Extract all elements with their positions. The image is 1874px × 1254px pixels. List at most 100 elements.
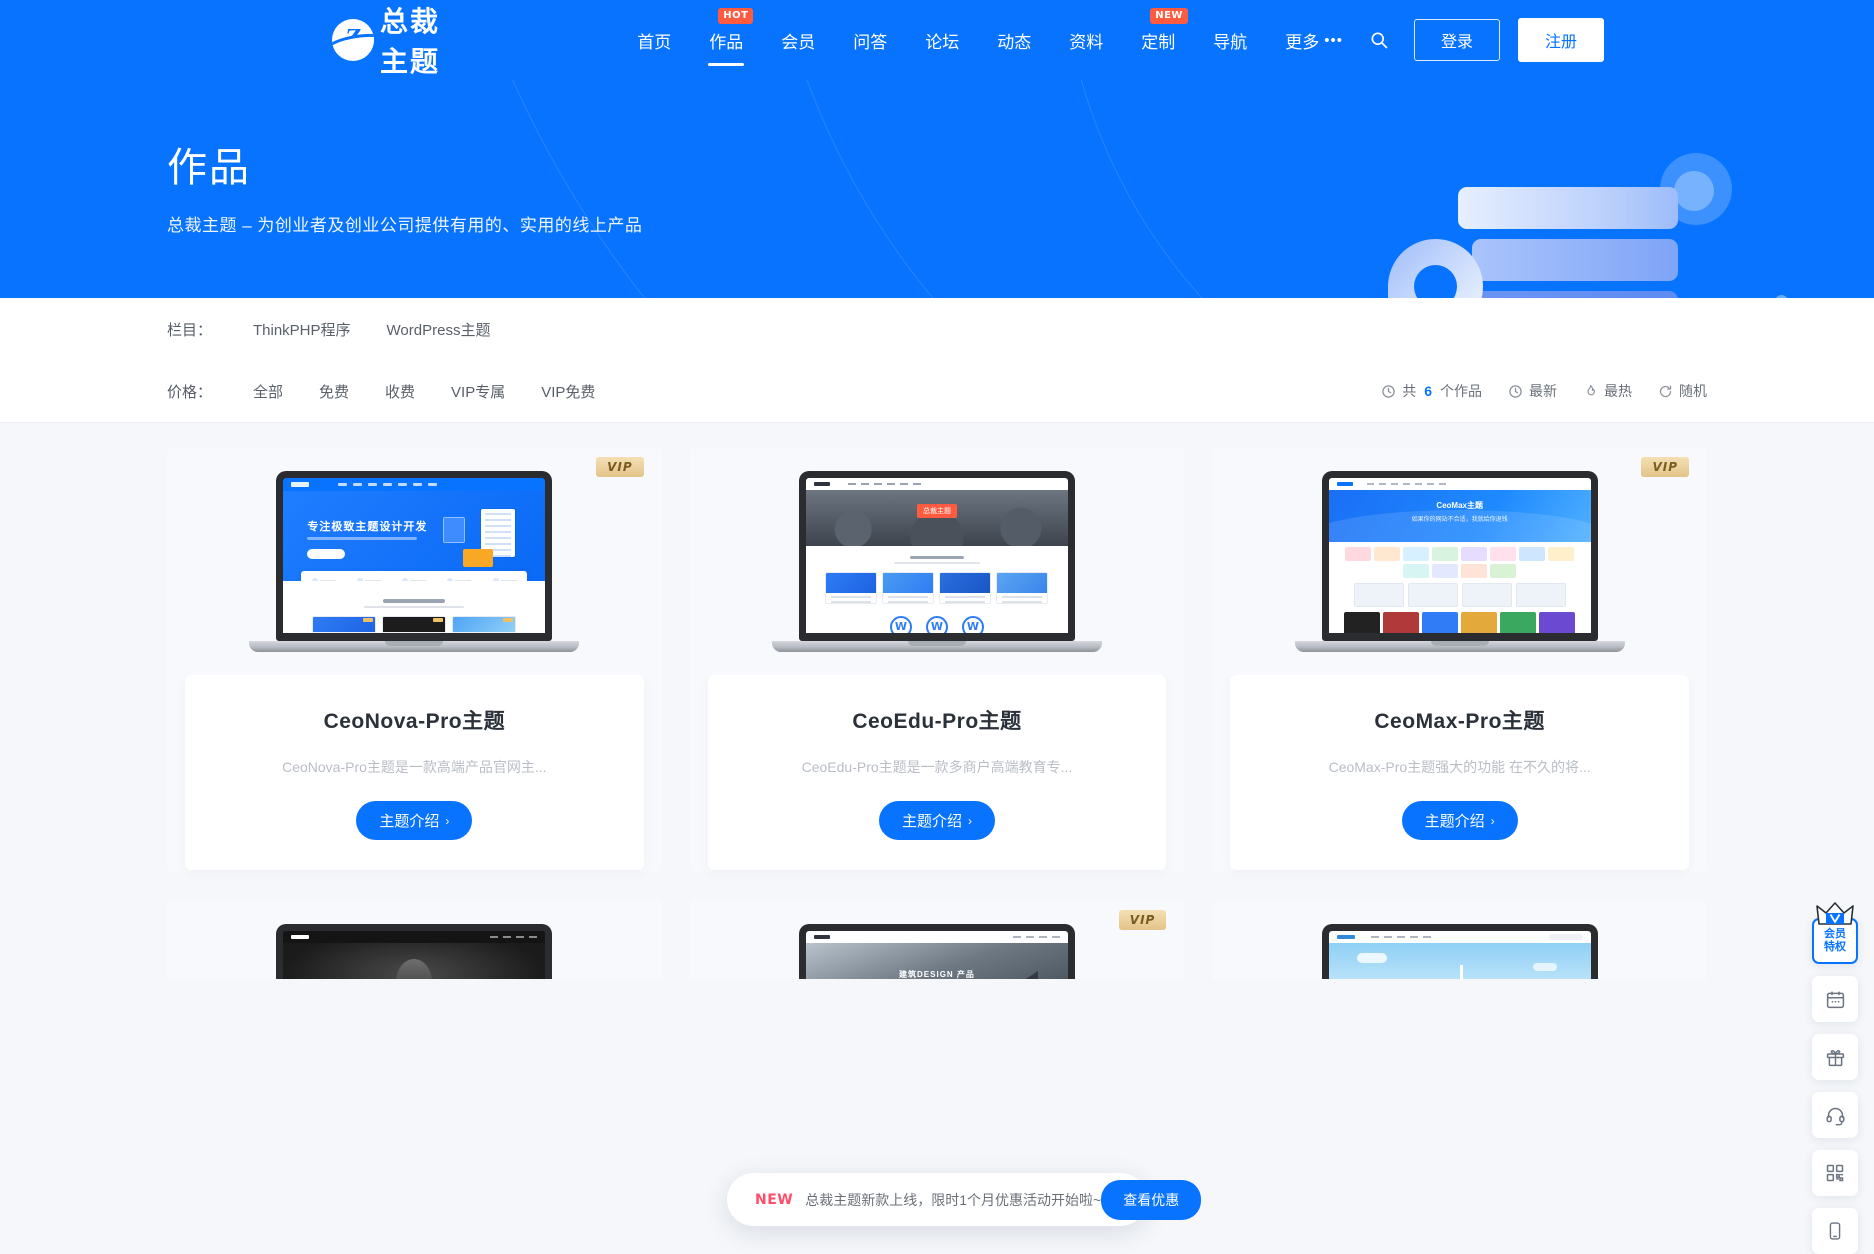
price-option-vip-free[interactable]: VIP免费 bbox=[527, 376, 609, 407]
laptop-mockup: 总裁主题 WWW bbox=[799, 471, 1075, 652]
work-title: CeoEdu-Pro主题 bbox=[728, 705, 1147, 735]
work-detail-button[interactable]: 主题介绍 › bbox=[356, 801, 472, 840]
price-option-vip-only[interactable]: VIP专属 bbox=[437, 376, 519, 407]
laptop-mockup: 建筑DESIGN 产品 bbox=[799, 924, 1075, 980]
sidebar-item-vip-privilege[interactable]: 会员 特权 bbox=[1812, 918, 1858, 964]
view-promo-button[interactable]: 查看优惠 bbox=[1101, 1180, 1201, 1220]
chevron-right-icon: › bbox=[968, 814, 972, 828]
work-detail-button[interactable]: 主题介绍 › bbox=[1402, 801, 1518, 840]
calendar-icon bbox=[1825, 989, 1846, 1010]
work-description: CeoEdu-Pro主题是一款多商户高端教育专... bbox=[728, 757, 1147, 777]
sidebar-item-calendar[interactable] bbox=[1812, 976, 1858, 1022]
page-title: 作品 bbox=[167, 135, 1707, 193]
login-button[interactable]: 登录 bbox=[1414, 19, 1500, 61]
nav-item-qa[interactable]: 问答 bbox=[834, 0, 906, 80]
price-option-all[interactable]: 全部 bbox=[239, 376, 297, 407]
site-header: Z 总裁主题 首页 HOT 作品 会员 问答 论坛 动态 资料 NEW 定制 导… bbox=[0, 0, 1874, 80]
price-filter-row: 价格： 全部 免费 收费 VIP专属 VIP免费 共 6 个作品 最新 bbox=[167, 360, 1707, 422]
filter-bar: 栏目： ThinkPHP程序 WordPress主题 价格： 全部 免费 收费 … bbox=[0, 298, 1874, 423]
header-actions: 登录 注册 bbox=[1362, 18, 1604, 62]
vip-badge: VIP bbox=[1119, 910, 1167, 930]
laptop-mockup bbox=[1322, 924, 1598, 980]
work-card[interactable]: VIP 专注极致主题设计开发 bbox=[167, 447, 662, 872]
hero-banner: 作品 总裁主题 – 为创业者及创业公司提供有用的、实用的线上产品 bbox=[0, 80, 1874, 298]
category-filter-row: 栏目： ThinkPHP程序 WordPress主题 bbox=[167, 298, 1707, 360]
headset-icon bbox=[1825, 1105, 1846, 1126]
work-description: CeoMax-Pro主题强大的功能 在不久的将... bbox=[1250, 757, 1669, 777]
nav-item-home[interactable]: 首页 bbox=[618, 0, 690, 80]
nav-item-works[interactable]: HOT 作品 bbox=[690, 0, 762, 80]
category-option-thinkphp[interactable]: ThinkPHP程序 bbox=[239, 314, 365, 345]
work-detail-label: 主题介绍 bbox=[902, 810, 962, 831]
sidebar-item-support[interactable] bbox=[1812, 1092, 1858, 1138]
work-thumbnail[interactable]: 摄影网站 bbox=[167, 900, 662, 979]
thumb-headline: 建筑DESIGN 产品 bbox=[899, 969, 975, 980]
sidebar-item-gift[interactable] bbox=[1812, 1034, 1858, 1080]
sort-hottest[interactable]: 最热 bbox=[1583, 381, 1632, 401]
sort-label: 随机 bbox=[1679, 381, 1707, 401]
work-detail-label: 主题介绍 bbox=[1425, 810, 1485, 831]
site-logo[interactable]: Z 总裁主题 bbox=[332, 0, 452, 80]
side-toolbar: 会员 特权 bbox=[1812, 918, 1858, 1254]
nav-label: 问答 bbox=[853, 28, 887, 53]
work-title: CeoNova-Pro主题 bbox=[205, 705, 624, 735]
nav-label: 定制 bbox=[1141, 28, 1175, 53]
nav-item-docs[interactable]: 资料 bbox=[1050, 0, 1122, 80]
count-value: 6 bbox=[1422, 383, 1434, 399]
work-thumbnail[interactable]: VIP 专注极致主题设计开发 bbox=[167, 447, 662, 675]
sort-label: 最新 bbox=[1529, 381, 1557, 401]
nav-item-more[interactable]: 更多 ••• bbox=[1266, 0, 1362, 80]
thumb-subheadline: 如果你的网站不合适，我就给你退钱 bbox=[1412, 514, 1508, 523]
count-suffix: 个作品 bbox=[1440, 381, 1482, 401]
nav-item-forum[interactable]: 论坛 bbox=[906, 0, 978, 80]
work-card[interactable]: VIP 建筑DESIGN 产品 bbox=[690, 900, 1185, 979]
work-info: CeoMax-Pro主题 CeoMax-Pro主题强大的功能 在不久的将... … bbox=[1230, 675, 1689, 870]
work-card[interactable]: 测试模板 bbox=[1212, 900, 1707, 979]
crown-icon bbox=[1815, 902, 1855, 926]
laptop-mockup: CeoMax主题 如果你的网站不合适，我就给你退钱 bbox=[1322, 471, 1598, 652]
hot-badge: HOT bbox=[718, 8, 753, 24]
price-option-paid[interactable]: 收费 bbox=[371, 376, 429, 407]
vip-badge: VIP bbox=[1641, 457, 1689, 477]
chevron-right-icon: › bbox=[445, 814, 449, 828]
work-thumbnail[interactable]: VIP 建筑DESIGN 产品 bbox=[690, 900, 1185, 979]
thumb-headline: 专注极致主题设计开发 bbox=[307, 518, 427, 534]
work-thumbnail[interactable] bbox=[1212, 900, 1707, 979]
page-subtitle: 总裁主题 – 为创业者及创业公司提供有用的、实用的线上产品 bbox=[167, 211, 1707, 236]
sidebar-item-qrcode[interactable] bbox=[1812, 1150, 1858, 1196]
price-option-free[interactable]: 免费 bbox=[305, 376, 363, 407]
sort-label: 最热 bbox=[1604, 381, 1632, 401]
search-icon[interactable] bbox=[1362, 23, 1396, 57]
nav-item-custom[interactable]: NEW 定制 bbox=[1122, 0, 1194, 80]
work-info: CeoEdu-Pro主题 CeoEdu-Pro主题是一款多商户高端教育专... … bbox=[708, 675, 1167, 870]
works-count: 共 6 个作品 bbox=[1381, 381, 1482, 401]
category-option-wordpress[interactable]: WordPress主题 bbox=[373, 314, 505, 345]
thumb-headline: 总裁主题 bbox=[917, 504, 957, 518]
nav-label: 更多 bbox=[1285, 28, 1319, 53]
result-meta: 共 6 个作品 最新 最热 随机 bbox=[1381, 381, 1707, 401]
work-card[interactable]: 摄影网站 bbox=[167, 900, 662, 979]
vip-badge: VIP bbox=[596, 457, 644, 477]
work-thumbnail[interactable]: 总裁主题 WWW bbox=[690, 447, 1185, 675]
chevron-right-icon: › bbox=[1491, 814, 1495, 828]
nav-item-news[interactable]: 动态 bbox=[978, 0, 1050, 80]
laptop-mockup: 摄影网站 bbox=[276, 924, 552, 980]
nav-item-member[interactable]: 会员 bbox=[762, 0, 834, 80]
work-card[interactable]: 总裁主题 WWW bbox=[690, 447, 1185, 872]
logo-mark-icon: Z bbox=[332, 19, 374, 61]
sidebar-item-mobile[interactable] bbox=[1812, 1208, 1858, 1254]
logo-text: 总裁主题 bbox=[380, 0, 452, 80]
new-badge: NEW bbox=[755, 1192, 793, 1208]
nav-item-nav[interactable]: 导航 bbox=[1194, 0, 1266, 80]
work-detail-button[interactable]: 主题介绍 › bbox=[879, 801, 995, 840]
mobile-icon bbox=[1825, 1221, 1845, 1241]
sort-random[interactable]: 随机 bbox=[1658, 381, 1707, 401]
work-description: CeoNova-Pro主题是一款高端产品官网主... bbox=[205, 757, 624, 777]
sort-newest[interactable]: 最新 bbox=[1508, 381, 1557, 401]
price-filter-label: 价格： bbox=[167, 381, 239, 402]
register-button[interactable]: 注册 bbox=[1518, 18, 1604, 62]
nav-label: 动态 bbox=[997, 28, 1031, 53]
work-thumbnail[interactable]: VIP CeoMax主题 如果你的网站不合适，我就给你退钱 bbox=[1212, 447, 1707, 675]
work-info: CeoNova-Pro主题 CeoNova-Pro主题是一款高端产品官网主...… bbox=[185, 675, 644, 870]
work-card[interactable]: VIP CeoMax主题 如果你的网站不合适，我就给你退钱 bbox=[1212, 447, 1707, 872]
